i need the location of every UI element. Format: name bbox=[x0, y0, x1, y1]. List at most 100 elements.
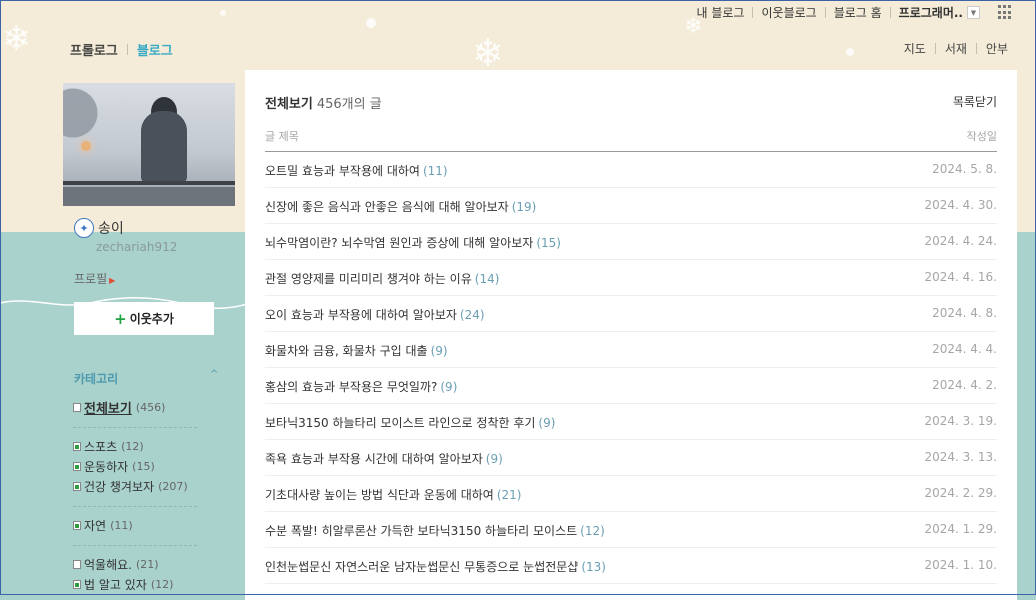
post-row[interactable]: 인천눈썹문신 자연스러운 남자눈썹문신 무통증으로 눈썹전문샵 (13) 2024.… bbox=[265, 548, 997, 584]
post-title-cell[interactable]: 족욕 효능과 부작용 시간에 대하여 알아보자 (9) bbox=[265, 450, 503, 467]
snowflake-decoration: ❄ bbox=[2, 19, 31, 59]
post-title[interactable]: 보타닉3150 하늘타리 모이스트 라인으로 정착한 후기 bbox=[265, 416, 535, 430]
comment-count[interactable]: (9) bbox=[431, 344, 448, 358]
category-image-icon bbox=[73, 441, 81, 451]
profile-link[interactable]: 프로필 ▶ bbox=[74, 270, 115, 287]
post-title-cell[interactable]: 수분 폭발! 히알루론산 가득한 보타닉3150 하늘타리 모이스트 (12) bbox=[265, 522, 605, 539]
post-date: 2024. 4. 8. bbox=[932, 306, 997, 320]
post-row[interactable]: 신장에 좋은 음식과 안좋은 음식에 대해 알아보자 (19) 2024. 4. 3… bbox=[265, 188, 997, 224]
post-row[interactable]: 기초대사량 높이는 방법 식단과 운동에 대하여 (21) 2024. 2. 29. bbox=[265, 476, 997, 512]
column-title: 글 제목 bbox=[265, 130, 299, 143]
post-title-cell[interactable]: 오트밀 효능과 부작용에 대하여 (11) bbox=[265, 162, 448, 179]
post-rows: 오트밀 효능과 부작용에 대하여 (11) 2024. 5. 8. 신장에 좋은 음식… bbox=[265, 152, 997, 584]
post-row[interactable]: 오이 효능과 부작용에 대하여 알아보자 (24) 2024. 4. 8. bbox=[265, 296, 997, 332]
comment-count[interactable]: (13) bbox=[581, 560, 606, 574]
category-item[interactable]: 전체보기 (456) bbox=[73, 397, 233, 417]
category-item[interactable]: 운동하자 (15) bbox=[73, 456, 233, 476]
blog-menu: 프롤로그 블로그 bbox=[70, 40, 173, 59]
post-title[interactable]: 뇌수막염이란? 뇌수막염 원인과 증상에 대해 알아보자 bbox=[265, 236, 533, 250]
category-label[interactable]: 스포츠 bbox=[84, 438, 117, 455]
post-title[interactable]: 기초대사량 높이는 방법 식단과 운동에 대하여 bbox=[265, 488, 494, 502]
post-title-cell[interactable]: 보타닉3150 하늘타리 모이스트 라인으로 정착한 후기 (9) bbox=[265, 414, 555, 431]
apps-grid-icon[interactable] bbox=[997, 4, 1014, 21]
comment-count[interactable]: (12) bbox=[580, 524, 605, 538]
separator bbox=[975, 43, 977, 54]
comment-count[interactable]: (19) bbox=[512, 200, 537, 214]
blog-selector[interactable]: 프로그래머.. bbox=[891, 4, 967, 21]
post-title-cell[interactable]: 홍삼의 효능과 부작용은 무엇일까? (9) bbox=[265, 378, 457, 395]
post-title-cell[interactable]: 뇌수막염이란? 뇌수막염 원인과 증상에 대해 알아보자 (15) bbox=[265, 234, 561, 251]
add-neighbor-button[interactable]: + 이웃추가 bbox=[74, 302, 214, 335]
category-label[interactable]: 건강 챙겨보자 bbox=[84, 478, 154, 495]
post-title[interactable]: 화물차와 금융, 화물차 구입 대출 bbox=[265, 344, 428, 358]
my-blog-link[interactable]: 내 블로그 bbox=[689, 4, 753, 21]
chevron-down-icon[interactable]: ▼ bbox=[967, 6, 980, 19]
comment-count[interactable]: (9) bbox=[538, 416, 555, 430]
comment-count[interactable]: (15) bbox=[536, 236, 561, 250]
post-title[interactable]: 관절 영양제를 미리미리 챙겨야 하는 이유 bbox=[265, 272, 472, 286]
category-label[interactable]: 법 알고 있자 bbox=[84, 576, 147, 593]
post-row[interactable]: 오트밀 효능과 부작용에 대하여 (11) 2024. 5. 8. bbox=[265, 152, 997, 188]
post-title[interactable]: 족욕 효능과 부작용 시간에 대하여 알아보자 bbox=[265, 452, 483, 466]
post-date: 2024. 5. 8. bbox=[932, 162, 997, 176]
comment-count[interactable]: (11) bbox=[423, 164, 448, 178]
close-list-button[interactable]: 목록닫기 bbox=[953, 93, 997, 110]
category-label[interactable]: 전체보기 bbox=[84, 398, 132, 417]
post-row[interactable]: 수분 폭발! 히알루론산 가득한 보타닉3150 하늘타리 모이스트 (12) 20… bbox=[265, 512, 997, 548]
blog-home-link[interactable]: 블로그 홈 bbox=[826, 4, 890, 21]
post-title-cell[interactable]: 관절 영양제를 미리미리 챙겨야 하는 이유 (14) bbox=[265, 270, 499, 287]
column-date: 작성일 bbox=[966, 130, 997, 143]
category-label[interactable]: 운동하자 bbox=[84, 458, 128, 475]
post-title[interactable]: 신장에 좋은 음식과 안좋은 음식에 대해 알아보자 bbox=[265, 200, 509, 214]
category-label[interactable]: 억울해요. bbox=[84, 556, 132, 573]
comment-count[interactable]: (14) bbox=[475, 272, 500, 286]
post-row[interactable]: 족욕 효능과 부작용 시간에 대하여 알아보자 (9) 2024. 3. 13. bbox=[265, 440, 997, 476]
map-link[interactable]: 지도 bbox=[904, 40, 926, 57]
post-date: 2024. 4. 24. bbox=[924, 234, 997, 248]
comment-count[interactable]: (21) bbox=[497, 488, 522, 502]
guestbook-link[interactable]: 안부 bbox=[986, 40, 1008, 57]
blog-tab[interactable]: 블로그 bbox=[137, 40, 173, 59]
column-header: 글 제목 작성일 bbox=[265, 128, 997, 152]
library-link[interactable]: 서재 bbox=[945, 40, 967, 57]
category-item[interactable]: 법 알고 있자 (12) bbox=[73, 574, 233, 594]
list-heading-title[interactable]: 전체보기 bbox=[265, 97, 313, 112]
post-title-cell[interactable]: 기초대사량 높이는 방법 식단과 운동에 대하여 (21) bbox=[265, 486, 521, 503]
post-title[interactable]: 오이 효능과 부작용에 대하여 알아보자 bbox=[265, 308, 457, 322]
post-title[interactable]: 인천눈썹문신 자연스러운 남자눈썹문신 무통증으로 눈썹전문샵 bbox=[265, 560, 578, 574]
category-item[interactable]: 건강 챙겨보자 (207) bbox=[73, 476, 233, 496]
comment-count[interactable]: (9) bbox=[440, 380, 457, 394]
category-count: (12) bbox=[121, 439, 144, 453]
post-title-cell[interactable]: 신장에 좋은 음식과 안좋은 음식에 대해 알아보자 (19) bbox=[265, 198, 536, 215]
post-row[interactable]: 관절 영양제를 미리미리 챙겨야 하는 이유 (14) 2024. 4. 16. bbox=[265, 260, 997, 296]
post-title[interactable]: 수분 폭발! 히알루론산 가득한 보타닉3150 하늘타리 모이스트 bbox=[265, 524, 577, 538]
category-item[interactable]: 자연 (11) bbox=[73, 515, 233, 535]
post-title-cell[interactable]: 오이 효능과 부작용에 대하여 알아보자 (24) bbox=[265, 306, 485, 323]
post-row[interactable]: 보타닉3150 하늘타리 모이스트 라인으로 정착한 후기 (9) 2024. 3.… bbox=[265, 404, 997, 440]
category-label[interactable]: 자연 bbox=[84, 517, 106, 534]
category-divider bbox=[73, 427, 197, 428]
post-row[interactable]: 홍삼의 효능과 부작용은 무엇일까? (9) 2024. 4. 2. bbox=[265, 368, 997, 404]
category-image-icon bbox=[73, 481, 81, 491]
post-title[interactable]: 홍삼의 효능과 부작용은 무엇일까? bbox=[265, 380, 437, 394]
profile-image[interactable] bbox=[63, 83, 235, 206]
post-date: 2024. 2. 29. bbox=[924, 486, 997, 500]
comment-count[interactable]: (24) bbox=[460, 308, 485, 322]
category-count: (12) bbox=[150, 577, 174, 591]
prologue-tab[interactable]: 프롤로그 bbox=[70, 40, 118, 59]
profile-link-label[interactable]: 프로필 bbox=[74, 272, 107, 286]
post-date: 2024. 1. 10. bbox=[924, 558, 997, 572]
category-item[interactable]: 스포츠 (12) bbox=[73, 436, 233, 456]
post-row[interactable]: 화물차와 금융, 화물차 구입 대출 (9) 2024. 4. 4. bbox=[265, 332, 997, 368]
post-title-cell[interactable]: 화물차와 금융, 화물차 구입 대출 (9) bbox=[265, 342, 448, 359]
category-item[interactable]: 억울해요. (21) bbox=[73, 554, 233, 574]
neighbor-blog-link[interactable]: 이웃블로그 bbox=[753, 4, 824, 21]
post-title[interactable]: 오트밀 효능과 부작용에 대하여 bbox=[265, 164, 420, 178]
category-count: (11) bbox=[110, 518, 133, 532]
post-row[interactable]: 뇌수막염이란? 뇌수막염 원인과 증상에 대해 알아보자 (15) 2024. 4.… bbox=[265, 224, 997, 260]
comment-count[interactable]: (9) bbox=[486, 452, 503, 466]
post-count: 456개의 글 bbox=[316, 97, 382, 112]
nickname-text: 송이 bbox=[98, 221, 124, 237]
post-title-cell[interactable]: 인천눈썹문신 자연스러운 남자눈썹문신 무통증으로 눈썹전문샵 (13) bbox=[265, 558, 606, 575]
collapse-icon[interactable]: ^ bbox=[210, 369, 218, 380]
